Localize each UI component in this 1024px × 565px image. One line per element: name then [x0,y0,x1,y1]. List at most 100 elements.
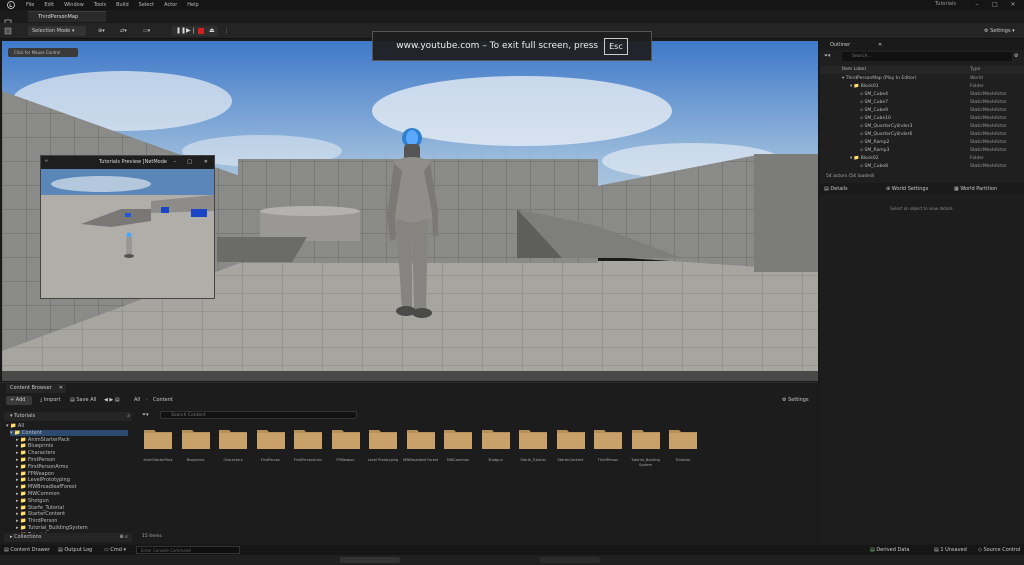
outliner-row[interactable]: ▫ SM_Ramp3 StaticMeshActor [820,147,1020,155]
save-icon[interactable] [4,12,12,27]
outliner-row[interactable]: ▫ SM_Cube7 StaticMeshActor [820,99,1020,107]
outliner-row[interactable]: ▫ SM_Cube9 StaticMeshActor [820,107,1020,115]
tree-item[interactable]: ▸ 📁 MWCommon [16,491,60,497]
menu-build[interactable]: Build [116,2,129,8]
path-all[interactable]: All [134,396,140,405]
minimize-icon[interactable]: – [968,0,986,10]
tree-item[interactable]: ▸ 📁 ThirdPerson [16,518,57,524]
settings-button[interactable]: ⚙ Settings ▾ [984,26,1015,36]
outliner-search-input[interactable]: Search... [842,52,1012,61]
folder-icon[interactable] [331,427,360,449]
folder-icon[interactable] [631,427,660,449]
outliner-row[interactable]: ▾ ThirdPersonMap (Play In Editor) World [820,75,1020,83]
content-drawer-button[interactable]: ▤ Content Drawer [4,545,50,555]
eject-icon[interactable]: ⏏ [209,28,215,34]
menu-tools[interactable]: Tools [94,2,106,8]
menu-actor[interactable]: Actor [164,2,177,8]
tab-world-partition[interactable]: ▦ World Partition [954,184,997,195]
outliner-row[interactable]: ▫ SM_Cube4 StaticMeshActor [820,91,1020,99]
tree-item[interactable]: ▾ 📁 All [6,423,24,429]
tree-item[interactable]: ▸ 📁 LevelPrototyping [16,477,70,483]
outliner-filter-icon[interactable]: ⏷▾ [824,53,840,61]
skip-icon[interactable]: ▶❘ [186,28,196,34]
folder-icon[interactable] [181,427,210,449]
tree-item[interactable]: ▸ 📁 Characters [16,450,55,456]
outliner-row[interactable]: ▫ SM_Cube8 StaticMeshActor [820,163,1020,171]
tree-item[interactable]: ▸ 📁 Tutorial_BuildingSystem [16,525,88,531]
stop-icon[interactable] [198,28,204,34]
content-browser-tab[interactable]: Content Browser ✕ [6,384,66,393]
menu-help[interactable]: Help [187,2,198,8]
tab-details[interactable]: ▤ Details [824,184,848,195]
folder-icon[interactable] [369,427,397,449]
project-tree-header[interactable]: ▾ Tutorials ⌕ [4,412,132,421]
outliner-row[interactable]: ▾ 📁 Block02 Folder [820,155,1020,163]
folder-icon[interactable] [256,427,285,449]
tree-item[interactable]: ▸ 📁 StarterContent [16,511,65,517]
cb-close-icon[interactable]: ✕ [59,384,63,393]
menu-window[interactable]: Window [64,2,84,8]
preview-close-icon[interactable]: ✕ [204,156,208,169]
outliner-row[interactable]: ▫ SM_QuarterCylinder6 StaticMeshActor [820,131,1020,139]
tree-item[interactable]: ▸ 📁 Blueprints [16,443,53,449]
unsaved-button[interactable]: ▤ 1 Unsaved [934,545,967,555]
tab-world-settings[interactable]: ⊕ World Settings [886,184,928,195]
tree-item[interactable]: ▸ 📁 Starfe_Tutorial [16,505,64,511]
maximize-icon[interactable]: □ [986,0,1004,10]
cinematics-icon[interactable]: ▭▾ [143,26,150,36]
outliner-settings-icon[interactable]: ⚙ [1014,53,1018,59]
tree-item[interactable]: ▸ 📁 FirstPersonArms [16,464,68,470]
taskbar-pinned[interactable] [540,557,600,563]
import-button[interactable]: ⤓ Import [40,396,60,405]
pause-icon[interactable]: ❚❚ [176,28,186,34]
outliner-close-icon[interactable]: ✕ [878,41,882,50]
folder-icon[interactable] [144,427,172,449]
collections-add-icon[interactable]: ⊕ ⌕ [119,533,128,542]
derived-data-button[interactable]: ▤ Derived Data [870,545,909,555]
collections-header[interactable]: ▸ Collections ⊕ ⌕ [4,533,132,542]
save-current-icon[interactable] [4,26,12,36]
add-actor-icon[interactable]: ⊕▾ [98,26,105,36]
console-command-input[interactable]: Enter Console Command [136,546,240,554]
folder-icon[interactable] [444,427,472,449]
outliner-row[interactable]: ▫ SM_QuarterCylinder3 StaticMeshActor [820,123,1020,131]
folder-icon[interactable] [556,427,585,449]
folder-icon[interactable] [481,427,510,449]
outliner-row[interactable]: ▫ SM_Ramp2 StaticMeshActor [820,139,1020,147]
tree-item[interactable]: ▸ 📁 FirstPerson [16,457,55,463]
preview-maximize-icon[interactable]: □ [187,156,192,169]
close-icon[interactable]: ✕ [1004,0,1022,10]
history-nav-icon[interactable]: ◀ ▶ ▤ [104,396,120,405]
folder-icon[interactable] [406,427,435,449]
tree-search-icon[interactable]: ⌕ [127,412,130,421]
folder-icon[interactable] [219,427,247,449]
col-item-label[interactable]: Item Label [842,66,866,74]
save-all-button[interactable]: ▤ Save All [70,396,96,405]
add-button[interactable]: + Add [6,396,32,405]
folder-icon[interactable] [294,427,322,449]
menu-file[interactable]: File [26,2,34,8]
taskbar-apps[interactable] [340,557,400,563]
tree-item[interactable]: ▾ 📁 Content [10,429,128,436]
blueprint-icon[interactable]: ⇄▾ [120,26,127,36]
path-content[interactable]: Content [153,396,173,405]
tree-item[interactable]: ▸ 📁 MWBroadleafForest [16,484,76,490]
preview-minimize-icon[interactable]: – [174,156,177,169]
tree-item[interactable]: ▸ 📁 AnimStarterPack [16,437,70,443]
col-type[interactable]: Type [970,66,980,74]
platforms-icon[interactable]: ⋮ [224,26,229,36]
cb-settings-button[interactable]: ⚙ Settings [782,396,809,405]
tree-item[interactable]: ▸ 📁 Shotgun [16,498,49,504]
output-log-button[interactable]: ▤ Output Log [58,545,92,555]
outliner-row[interactable]: ▫ SM_Cube10 StaticMeshActor [820,115,1020,123]
menu-select[interactable]: Select [139,2,154,8]
source-control-button[interactable]: ◇ Source Control [978,545,1020,555]
menu-edit[interactable]: Edit [44,2,54,8]
folder-icon[interactable] [669,427,697,449]
cmd-dropdown[interactable]: ▭ Cmd ▾ [104,545,126,555]
folder-icon[interactable] [594,427,622,449]
tab-thirdpersonmap[interactable]: ThirdPersonMap [28,11,106,22]
content-search-input[interactable]: Search Content [160,411,357,419]
mouse-control-hint[interactable]: Click for Mouse Control [8,48,78,57]
cb-filter-icon[interactable]: ⏷▾ [142,412,149,418]
